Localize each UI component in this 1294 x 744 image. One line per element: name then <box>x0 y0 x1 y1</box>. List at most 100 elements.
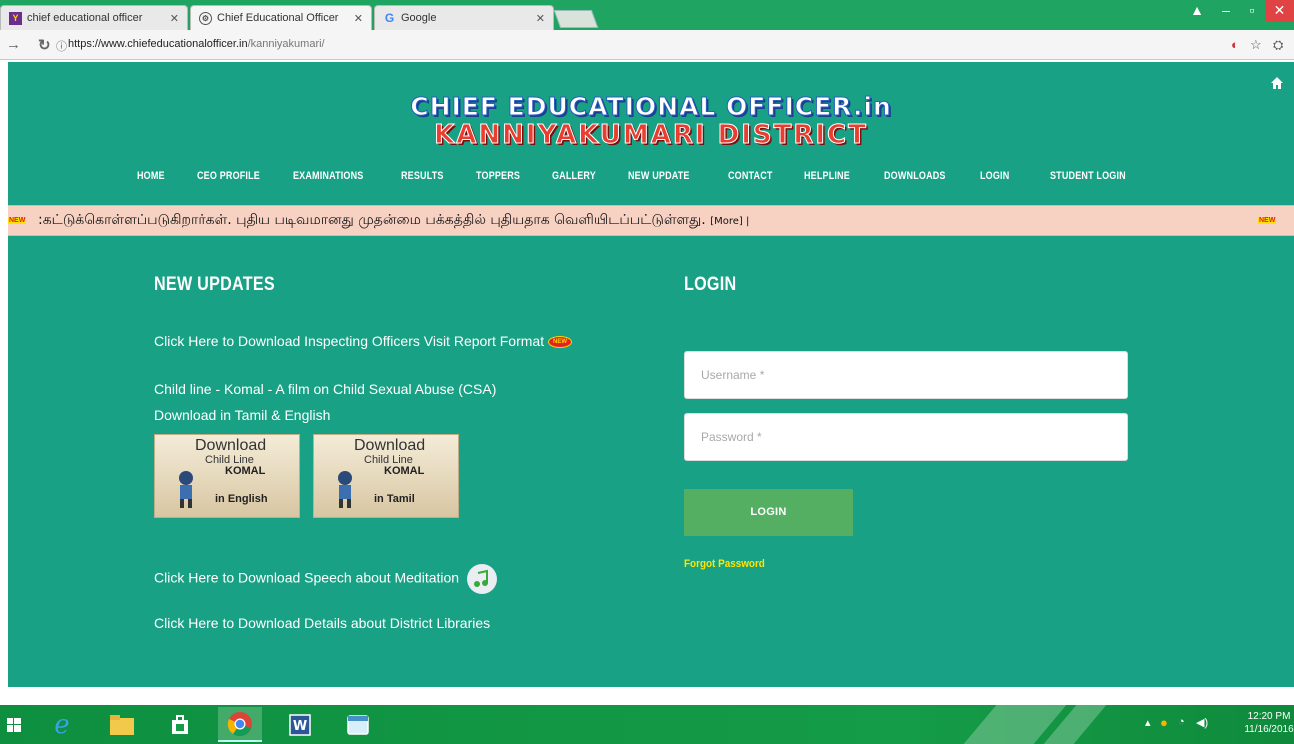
update-link-text: Click Here to Download Speech about Medi… <box>154 569 460 586</box>
google-icon: G <box>384 11 395 25</box>
tab-title: Google <box>401 12 437 24</box>
new-badge: NEW <box>8 217 27 224</box>
url-path: /kanniyakumari/ <box>247 38 325 50</box>
new-badge: NEW <box>1258 217 1277 224</box>
komal-tamil-thumbnail[interactable]: Download Child Line KOMAL in Tamil <box>313 434 459 518</box>
extension-settings-icon[interactable]: ⛭ <box>1273 37 1283 53</box>
page-content: CHIEF EDUCATIONAL OFFICER.in KANNIYAKUMA… <box>8 62 1294 687</box>
child-illustration-icon <box>338 471 352 508</box>
tab-title: Chief Educational Officer <box>217 12 339 24</box>
music-icon <box>466 564 497 594</box>
nav-home[interactable]: HOME <box>137 170 165 182</box>
chrome-icon <box>227 711 252 736</box>
tab-title: chief educational officer <box>27 12 143 24</box>
store-taskbar-item[interactable] <box>158 707 202 742</box>
nav-student-login[interactable]: STUDENT LOGIN <box>1050 170 1126 182</box>
thumb-line3: KOMAL <box>384 465 425 477</box>
update-link-child-line[interactable]: Child line - Komal - A film on Child Sex… <box>154 381 496 397</box>
minimize-icon[interactable]: – <box>1213 0 1239 22</box>
ticker-more-link[interactable]: [More] | <box>710 216 749 227</box>
nav-results[interactable]: RESULTS <box>401 170 444 182</box>
nav-gallery[interactable]: GALLERY <box>552 170 596 182</box>
ticker-text[interactable]: :கட்டுக்கொள்ளப்படுகிறார்கள். புதிய படிவம… <box>38 212 749 230</box>
close-icon[interactable]: ✕ <box>536 12 545 25</box>
new-badge: NEW <box>547 336 572 349</box>
clock-date: 11/16/2016 <box>1244 724 1294 735</box>
updates-heading: NEW UPDATES <box>154 274 275 295</box>
user-icon[interactable]: ▲ <box>1183 0 1211 22</box>
bookmark-star-icon[interactable]: ☆ <box>1250 37 1262 53</box>
chrome-taskbar-item[interactable] <box>218 707 262 742</box>
login-heading: LOGIN <box>684 274 737 295</box>
nav-downloads[interactable]: DOWNLOADS <box>884 170 946 182</box>
url-field[interactable]: https://www.chiefeducationalofficer.in/k… <box>68 38 325 50</box>
tray-app-icon[interactable]: ● <box>1160 715 1168 730</box>
extension-icon[interactable]: ◐ <box>1231 37 1239 52</box>
nav-helpline[interactable]: HELPLINE <box>804 170 850 182</box>
close-icon[interactable]: ✕ <box>354 12 363 25</box>
new-tab-button[interactable] <box>553 10 599 28</box>
close-icon[interactable]: ✕ <box>170 12 179 25</box>
thumb-line3: KOMAL <box>225 465 266 477</box>
store-icon <box>172 714 188 734</box>
maximize-icon[interactable]: ▫ <box>1239 0 1265 22</box>
browser-tabstrip: Y chief educational officer ✕ ⚙ Chief Ed… <box>0 0 1294 30</box>
nav-login[interactable]: LOGIN <box>980 170 1009 182</box>
nav-contact[interactable]: CONTACT <box>728 170 773 182</box>
child-illustration-icon <box>179 471 193 508</box>
komal-english-thumbnail[interactable]: Download Child Line KOMAL in English <box>154 434 300 518</box>
reload-icon[interactable]: ↻ <box>38 36 51 54</box>
nav-examinations[interactable]: EXAMINATIONS <box>293 170 363 182</box>
thumb-line1: Download <box>354 437 426 454</box>
login-button[interactable]: LOGIN <box>684 489 853 536</box>
home-icon[interactable] <box>1270 76 1284 90</box>
close-window-icon[interactable]: ✕ <box>1265 0 1294 22</box>
svg-text:W: W <box>293 719 307 734</box>
tray-expand-icon[interactable]: ▴ <box>1145 716 1151 729</box>
volume-icon[interactable]: ◀) <box>1196 716 1208 729</box>
site-subtitle: KANNIYAKUMARI DISTRICT <box>434 120 868 151</box>
internet-explorer-taskbar-item[interactable]: e <box>40 707 84 742</box>
file-explorer-taskbar-item[interactable] <box>100 707 144 742</box>
yahoo-icon: Y <box>9 11 22 25</box>
password-input[interactable] <box>684 413 1128 461</box>
ticker-message: :கட்டுக்கொள்ளப்படுகிறார்கள். புதிய படிவம… <box>38 212 706 228</box>
app-taskbar-item[interactable] <box>336 707 380 742</box>
news-ticker: NEW :கட்டுக்கொள்ளப்படுகிறார்கள். புதிய ப… <box>8 205 1294 236</box>
update-link-text: Click Here to Download Inspecting Office… <box>154 333 545 349</box>
nav-ceo-profile[interactable]: CEO PROFILE <box>197 170 260 182</box>
nav-new-update[interactable]: NEW UPDATE <box>628 170 690 182</box>
address-bar: → ↻ ⓘ https://www.chiefeducationaloffice… <box>0 30 1294 60</box>
browser-tab[interactable]: Y chief educational officer ✕ <box>0 5 188 30</box>
update-link-visit-report[interactable]: Click Here to Download Inspecting Office… <box>154 333 594 349</box>
update-link-libraries[interactable]: Click Here to Download Details about Dis… <box>154 615 490 631</box>
word-taskbar-item[interactable]: W <box>278 707 322 742</box>
site-title: CHIEF EDUCATIONAL OFFICER.in <box>410 92 892 122</box>
thumb-lang: in Tamil <box>374 493 415 505</box>
info-icon[interactable]: ⓘ <box>56 38 67 54</box>
network-icon[interactable]: ◔ <box>1178 716 1185 728</box>
url-host: https://www.chiefeducationalofficer.in <box>68 38 248 50</box>
windows-icon <box>7 717 21 732</box>
username-input[interactable] <box>684 351 1128 399</box>
thumb-lang: in English <box>215 493 268 505</box>
update-link-meditation[interactable]: Click Here to Download Speech about Medi… <box>154 564 497 594</box>
nav-toppers[interactable]: TOPPERS <box>476 170 520 182</box>
page-footer-strip <box>0 687 1294 705</box>
word-icon: W <box>289 713 311 736</box>
forward-icon[interactable]: → <box>6 36 21 53</box>
thumb-line1: Download <box>195 437 267 454</box>
update-text-download-languages: Download in Tamil & English <box>154 407 331 423</box>
start-button[interactable] <box>0 707 28 742</box>
taskbar-clock[interactable]: 12:20 PM 11/16/2016 <box>1244 710 1294 736</box>
browser-tab-active[interactable]: ⚙ Chief Educational Officer ✕ <box>190 5 372 30</box>
main-navigation: HOME CEO PROFILE EXAMINATIONS RESULTS TO… <box>8 170 1294 190</box>
forgot-password-link[interactable]: Forgot Password <box>684 558 765 570</box>
folder-icon <box>110 714 134 735</box>
site-icon: ⚙ <box>199 11 212 25</box>
clock-time: 12:20 PM <box>1247 711 1291 722</box>
window-app-icon <box>347 714 369 735</box>
windows-taskbar: e W ▴ ● ◔ ◀) 12:20 PM 11/16/2016 <box>0 705 1294 744</box>
browser-tab[interactable]: G Google ✕ <box>374 5 554 30</box>
ie-icon: e <box>54 709 70 740</box>
